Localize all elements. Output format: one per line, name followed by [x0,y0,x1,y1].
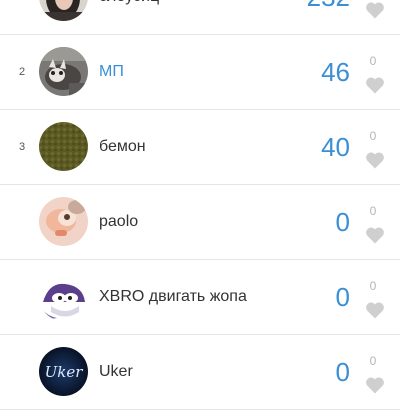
user-avatar[interactable] [39,0,88,21]
leaderboard-row[interactable]: слоусиц 232 [0,0,400,35]
user-name[interactable]: XBRO двигать жопа [99,260,247,334]
rank-number [14,335,30,409]
heart-icon[interactable] [365,151,385,169]
score-value: 232 [307,0,350,34]
score-value: 0 [335,282,350,312]
like-count: 0 [369,279,377,293]
like-count: 0 [369,129,377,143]
heart-icon[interactable] [365,1,385,19]
leaderboard-row[interactable]: paolo 0 0 [0,185,400,260]
like-count: 0 [369,54,377,68]
user-avatar[interactable] [39,122,88,171]
user-name[interactable]: бемон [99,110,146,184]
like-count: 0 [369,204,377,218]
heart-icon[interactable] [365,76,385,94]
rank-number [14,185,30,259]
user-avatar[interactable] [39,272,88,321]
user-name[interactable]: МП [99,35,124,109]
purple-cartoon-photo-icon [39,272,88,321]
heart-icon[interactable] [365,301,385,319]
user-avatar[interactable] [39,197,88,246]
user-photo-dark-hair-icon [39,0,88,21]
leaderboard-row[interactable]: 2 МП 46 0 [0,35,400,110]
leaderboard-row[interactable]: XBRO двигать жопа 0 0 [0,260,400,335]
user-avatar[interactable] [39,47,88,96]
leaderboard-row[interactable]: 3 бемон 40 0 [0,110,400,185]
uker-logo-photo-icon: Uker [39,347,88,396]
avatar-logo-text: Uker [45,363,84,381]
user-name[interactable]: paolo [99,185,138,259]
leaderboard-list: слоусиц 232 2 МП 46 0 [0,0,400,410]
green-texture-photo-icon [39,122,88,171]
score-value: 0 [335,357,350,387]
heart-icon[interactable] [365,226,385,244]
score-value: 46 [321,57,350,87]
score-value: 0 [335,207,350,237]
rank-number: 3 [18,141,26,153]
cartoon-character-photo-icon [39,197,88,246]
user-name[interactable]: слоусиц [99,0,159,34]
score-value: 40 [321,132,350,162]
user-name[interactable]: Uker [99,335,133,409]
leaderboard-row[interactable]: Uker Uker 0 0 [0,335,400,410]
rank-number: 2 [18,66,26,78]
cat-photo-icon [39,47,88,96]
like-count: 0 [369,354,377,368]
rank-number [14,260,30,334]
heart-icon[interactable] [365,376,385,394]
rank-number [14,0,30,34]
user-avatar[interactable]: Uker [39,347,88,396]
